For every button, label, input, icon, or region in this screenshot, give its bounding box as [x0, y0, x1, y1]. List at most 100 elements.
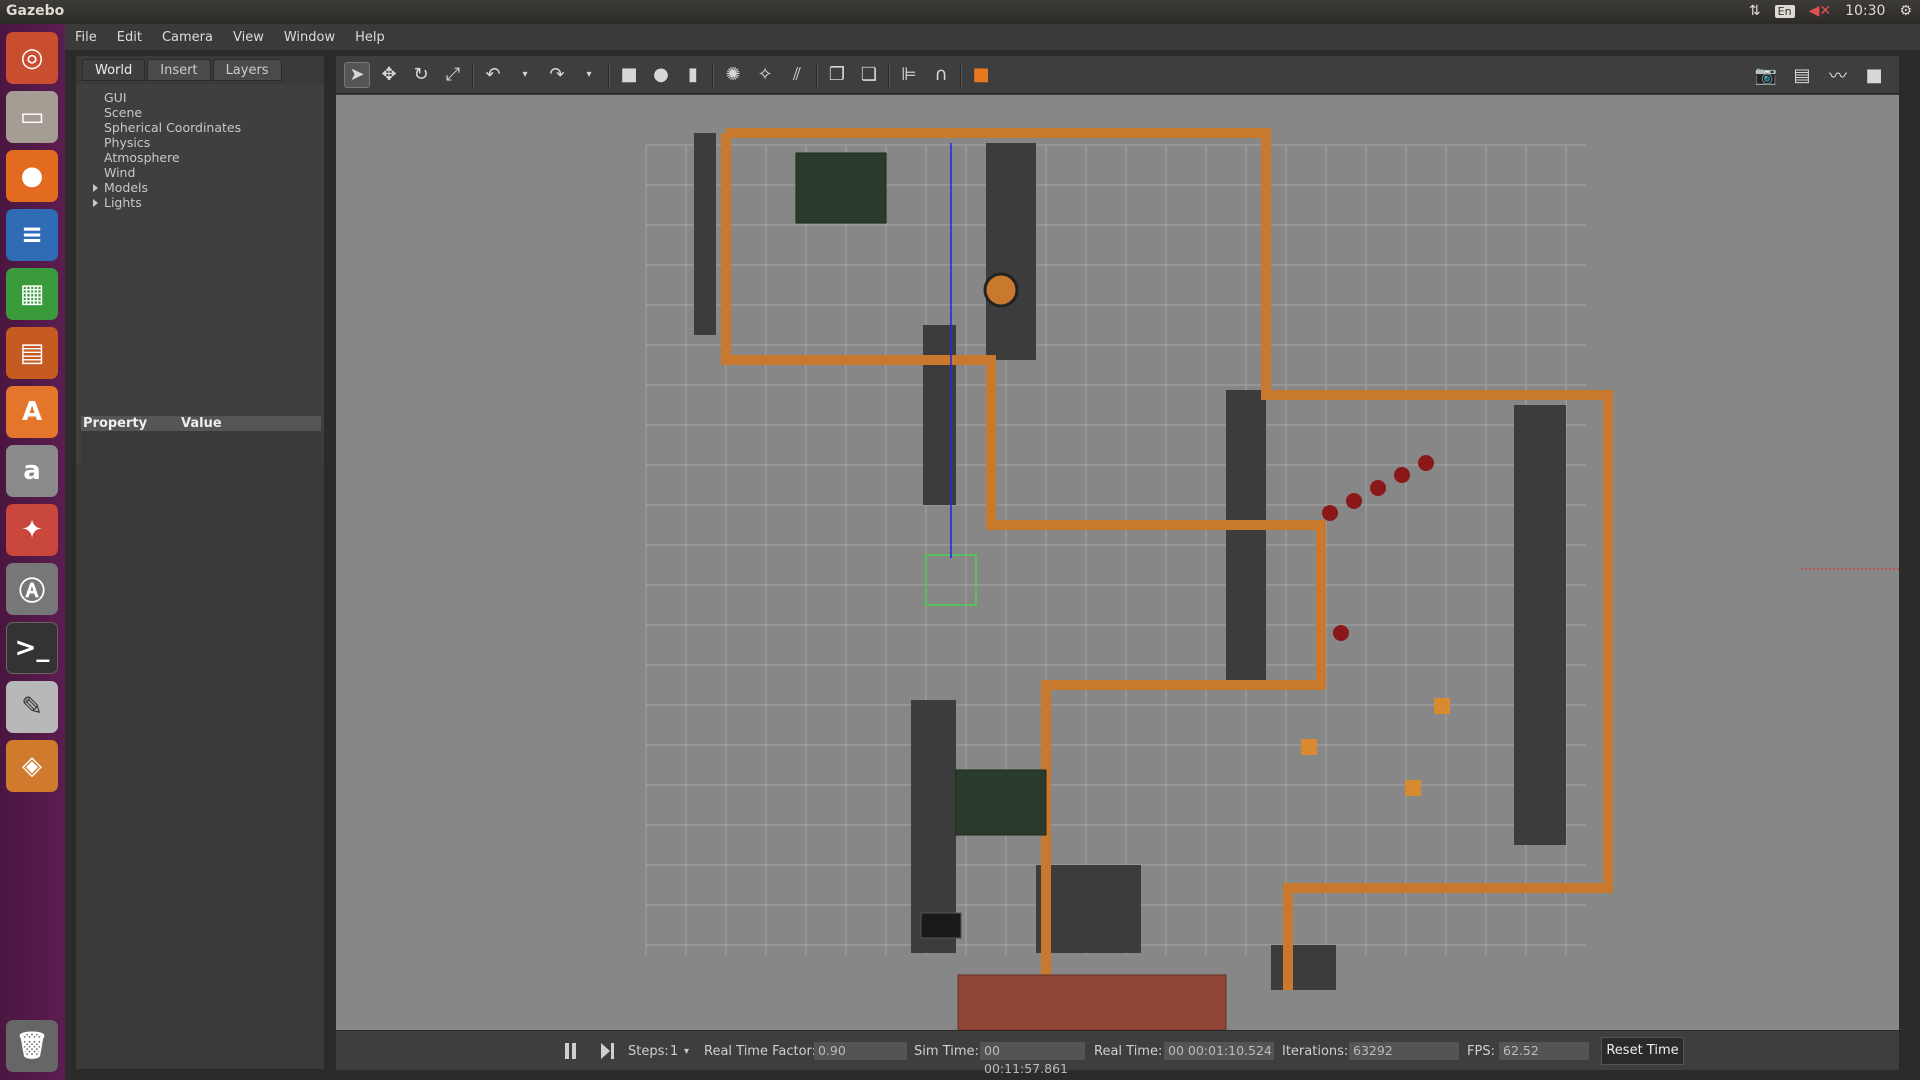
firefox-icon[interactable]: ●	[6, 150, 58, 202]
shelf-model[interactable]	[955, 769, 1047, 836]
cone-model[interactable]	[1370, 480, 1386, 496]
iterations-field: 63292	[1349, 1042, 1459, 1060]
box-model[interactable]	[1405, 780, 1421, 796]
steps-value[interactable]: 1	[670, 1044, 678, 1059]
keyboard-lang-indicator[interactable]: En	[1774, 4, 1795, 18]
log-icon[interactable]: ▤	[1789, 62, 1815, 88]
amazon-icon[interactable]: a	[6, 445, 58, 497]
rotate-mode-icon[interactable]: ↻	[408, 62, 434, 88]
property-column-header: Property	[83, 416, 148, 431]
select-mode-icon[interactable]: ➤	[344, 61, 370, 88]
shelf-model[interactable]	[795, 152, 887, 224]
video-record-icon[interactable]: ■	[1861, 62, 1887, 88]
paste-icon[interactable]: ❏	[856, 62, 882, 88]
calc-icon[interactable]: ▦	[6, 268, 58, 320]
wall-shadow	[1514, 405, 1566, 845]
tree-item-lights[interactable]: Lights	[93, 195, 324, 210]
ubuntu-dash-icon[interactable]: ◎	[6, 32, 58, 84]
menu-file[interactable]: File	[75, 30, 97, 45]
rtf-label: Real Time Factor:	[704, 1044, 817, 1059]
sim-time-label: Sim Time:	[914, 1044, 979, 1059]
clock[interactable]: 10:30	[1845, 3, 1885, 19]
network-icon[interactable]: ⇅	[1749, 3, 1761, 19]
trash-icon[interactable]: 🗑	[6, 1020, 58, 1072]
expand-arrow-icon[interactable]	[93, 184, 98, 192]
render-toolbar: ➤ ✥ ↻ ⤢ ↶ ▾ ↷ ▾ ■ ● ▮ ✺ ✧ ⫽ ❐ ❏ ⊫ ∩ ■ 📷 …	[336, 56, 1899, 94]
directional-light-icon[interactable]: ⫽	[784, 62, 810, 88]
copy-icon[interactable]: ❐	[824, 62, 850, 88]
software-updater-icon[interactable]: Ⓐ	[6, 563, 58, 615]
translate-mode-icon[interactable]: ✥	[376, 62, 402, 88]
box-model[interactable]	[1301, 739, 1317, 755]
redo-icon[interactable]: ↷	[544, 62, 570, 88]
redo-history-dropdown-icon[interactable]: ▾	[576, 62, 602, 88]
menu-camera[interactable]: Camera	[162, 30, 213, 45]
tree-item-spherical-coordinates[interactable]: Spherical Coordinates	[104, 120, 324, 135]
cone-model[interactable]	[1322, 505, 1338, 521]
menu-help[interactable]: Help	[355, 30, 385, 45]
impress-icon[interactable]: ▤	[6, 327, 58, 379]
menu-bar: File Edit Camera View Window Help	[65, 24, 1920, 50]
tree-item-models[interactable]: Models	[93, 180, 324, 195]
align-icon[interactable]: ⊫	[896, 62, 922, 88]
gazebo-icon[interactable]: ◈	[6, 740, 58, 792]
undo-icon[interactable]: ↶	[480, 62, 506, 88]
pause-button[interactable]	[563, 1043, 577, 1059]
cone-model[interactable]	[1333, 625, 1349, 641]
files-icon[interactable]: ▭	[6, 91, 58, 143]
text-editor-icon[interactable]: ✎	[6, 681, 58, 733]
cone-model[interactable]	[1346, 493, 1362, 509]
volume-muted-icon[interactable]: ◀✕	[1809, 3, 1832, 19]
undo-history-dropdown-icon[interactable]: ▾	[512, 62, 538, 88]
box-model[interactable]	[1434, 698, 1450, 714]
sphere-shape-icon[interactable]: ●	[648, 62, 674, 88]
software-center-icon[interactable]: A	[6, 386, 58, 438]
scale-mode-icon[interactable]: ⤢	[440, 62, 466, 88]
box-shape-icon[interactable]: ■	[616, 62, 642, 88]
tree-item-wind[interactable]: Wind	[104, 165, 324, 180]
brick-wall-model[interactable]	[957, 974, 1227, 1030]
render-window: ➤ ✥ ↻ ⤢ ↶ ▾ ↷ ▾ ■ ● ▮ ✺ ✧ ⫽ ❐ ❏ ⊫ ∩ ■ 📷 …	[335, 55, 1900, 1076]
cone-model[interactable]	[1418, 455, 1434, 471]
tree-item-gui[interactable]: GUI	[104, 90, 324, 105]
tree-item-physics[interactable]: Physics	[104, 135, 324, 150]
plot-icon[interactable]: 〰	[1825, 62, 1851, 88]
tab-layers[interactable]: Layers	[212, 59, 282, 81]
tree-item-atmosphere[interactable]: Atmosphere	[104, 150, 324, 165]
robot-model[interactable]	[920, 912, 962, 939]
3d-scene-view[interactable]	[336, 95, 1899, 1030]
screenshot-camera-icon[interactable]: 📷	[1753, 62, 1779, 88]
cone-model[interactable]	[1394, 467, 1410, 483]
wall-shadow	[986, 143, 1036, 360]
menu-edit[interactable]: Edit	[117, 30, 142, 45]
point-light-icon[interactable]: ✺	[720, 62, 746, 88]
iterations-label: Iterations:	[1282, 1044, 1349, 1059]
menu-window[interactable]: Window	[284, 30, 335, 45]
toolbar-separator	[472, 61, 474, 88]
cylinder-shape-icon[interactable]: ▮	[680, 62, 706, 88]
tree-item-scene[interactable]: Scene	[104, 105, 324, 120]
expand-arrow-icon[interactable]	[93, 199, 98, 207]
fps-field: 62.52	[1499, 1042, 1589, 1060]
menu-view[interactable]: View	[233, 30, 264, 45]
barrel-model[interactable]	[983, 272, 1019, 308]
reset-time-button[interactable]: Reset Time	[1601, 1037, 1684, 1065]
tab-insert[interactable]: Insert	[147, 59, 211, 81]
step-button[interactable]	[601, 1043, 615, 1059]
terminal-icon[interactable]: >_	[6, 622, 58, 674]
tree-item-models-label: Models	[104, 180, 149, 195]
system-settings-icon[interactable]: ✦	[6, 504, 58, 556]
world-tree: GUI Scene Spherical Coordinates Physics …	[76, 84, 324, 464]
wall-shadow	[1036, 865, 1141, 953]
toolbar-separator	[608, 61, 610, 88]
tab-world[interactable]: World	[82, 59, 146, 81]
wall-shadow	[1226, 390, 1266, 685]
top-panel: Gazebo ⇅ En ◀✕ 10:30 ⚙	[0, 0, 1920, 24]
view-angle-icon[interactable]: ■	[968, 62, 994, 88]
steps-dropdown-icon[interactable]: ▾	[684, 1046, 689, 1057]
snap-magnet-icon[interactable]: ∩	[928, 62, 954, 88]
panel-tabs: World Insert Layers	[82, 59, 282, 81]
settings-gear-icon[interactable]: ⚙	[1899, 3, 1912, 19]
writer-icon[interactable]: ≡	[6, 209, 58, 261]
spot-light-icon[interactable]: ✧	[752, 62, 778, 88]
